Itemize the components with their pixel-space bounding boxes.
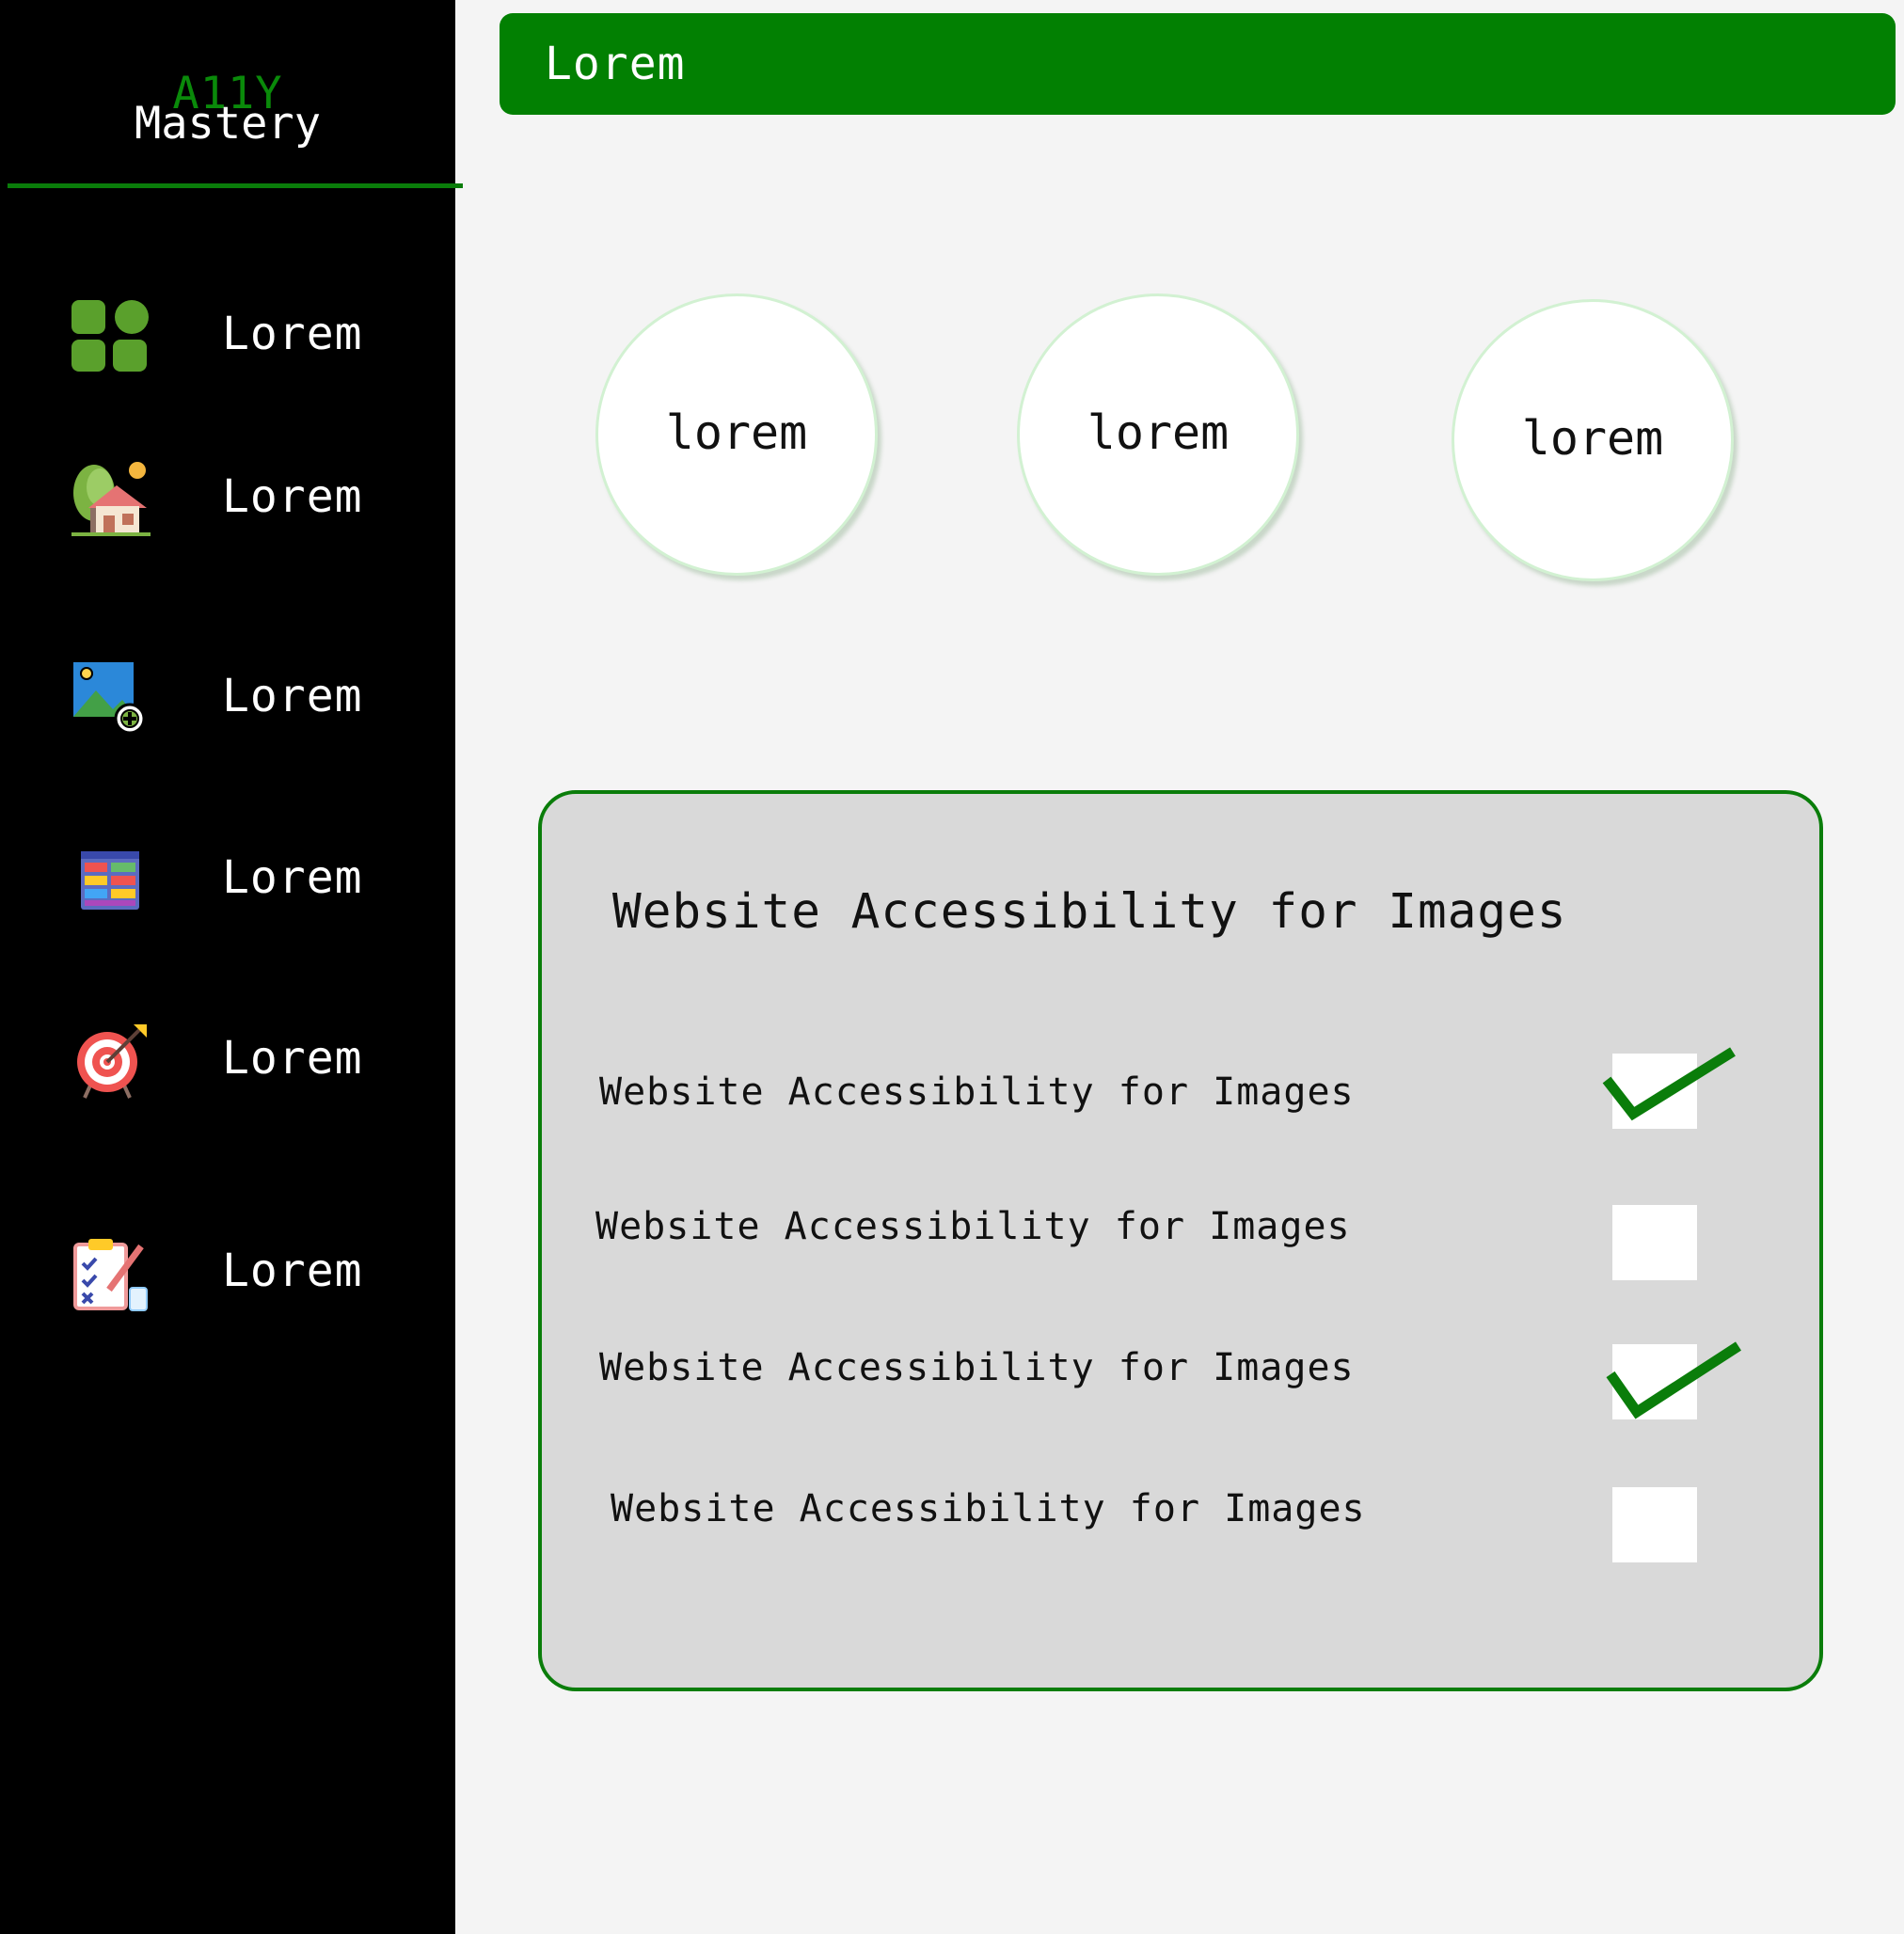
dashboard-grid-icon: [71, 296, 151, 375]
checkbox-checked[interactable]: [1606, 1341, 1741, 1419]
checkbox-unchecked[interactable]: [1612, 1205, 1697, 1280]
checklist-item-label: Website Accessibility for Images: [595, 1205, 1351, 1248]
brand-logo: A11Y Mastery: [0, 66, 455, 160]
circle-label: lorem: [665, 405, 808, 460]
checklist-item-label: Website Accessibility for Images: [599, 1070, 1355, 1114]
sidebar-item-label: Lorem: [222, 1244, 363, 1297]
header-title: Lorem: [545, 38, 686, 90]
sidebar-item-home[interactable]: Lorem: [0, 450, 455, 544]
circle-button-2[interactable]: lorem: [1017, 293, 1299, 576]
circle-button-1[interactable]: lorem: [595, 293, 878, 576]
card-title: Website Accessibility for Images: [612, 884, 1567, 940]
sidebar-item-dashboard[interactable]: Lorem: [0, 287, 455, 381]
checkbox-checked[interactable]: [1602, 1047, 1736, 1129]
header-bar: Lorem: [500, 13, 1896, 115]
checklist-item-label: Website Accessibility for Images: [599, 1346, 1355, 1389]
checklist-item: Website Accessibility for Images: [542, 1047, 1827, 1138]
sidebar-item-label: Lorem: [222, 851, 363, 904]
checklist-item: Website Accessibility for Images: [542, 1205, 1827, 1290]
brand-title-bottom: Mastery: [134, 98, 322, 150]
sidebar-divider: [8, 183, 463, 188]
checklist-card: Website Accessibility for Images Website…: [538, 790, 1823, 1691]
add-image-icon: [71, 658, 151, 737]
sidebar-item-label: Lorem: [222, 1032, 363, 1085]
sidebar-item-images[interactable]: Lorem: [0, 649, 455, 743]
circle-label: lorem: [1521, 411, 1664, 466]
sidebar: A11Y Mastery Lorem Lorem Lorem Lorem Lor…: [0, 0, 463, 1934]
target-icon: [71, 1021, 151, 1100]
checkmark-icon: [1606, 1341, 1741, 1419]
checkmark-icon: [1602, 1047, 1736, 1121]
sidebar-item-goals[interactable]: Lorem: [0, 1011, 455, 1105]
sidebar-item-label: Lorem: [222, 308, 363, 360]
checklist-item-label: Website Accessibility for Images: [611, 1487, 1366, 1530]
house-icon: [71, 459, 151, 538]
checklist-item: Website Accessibility for Images: [542, 1487, 1827, 1572]
layout-grid-icon: [71, 840, 151, 919]
checklist-clipboard-icon: [71, 1233, 151, 1312]
sidebar-item-label: Lorem: [222, 470, 363, 523]
checkbox-unchecked[interactable]: [1612, 1487, 1697, 1562]
sidebar-item-layout[interactable]: Lorem: [0, 831, 455, 925]
circle-button-3[interactable]: lorem: [1452, 299, 1734, 581]
sidebar-item-label: Lorem: [222, 670, 363, 722]
circle-label: lorem: [1087, 405, 1230, 460]
checklist-item: Website Accessibility for Images: [542, 1341, 1827, 1429]
sidebar-item-checklist[interactable]: Lorem: [0, 1224, 455, 1318]
